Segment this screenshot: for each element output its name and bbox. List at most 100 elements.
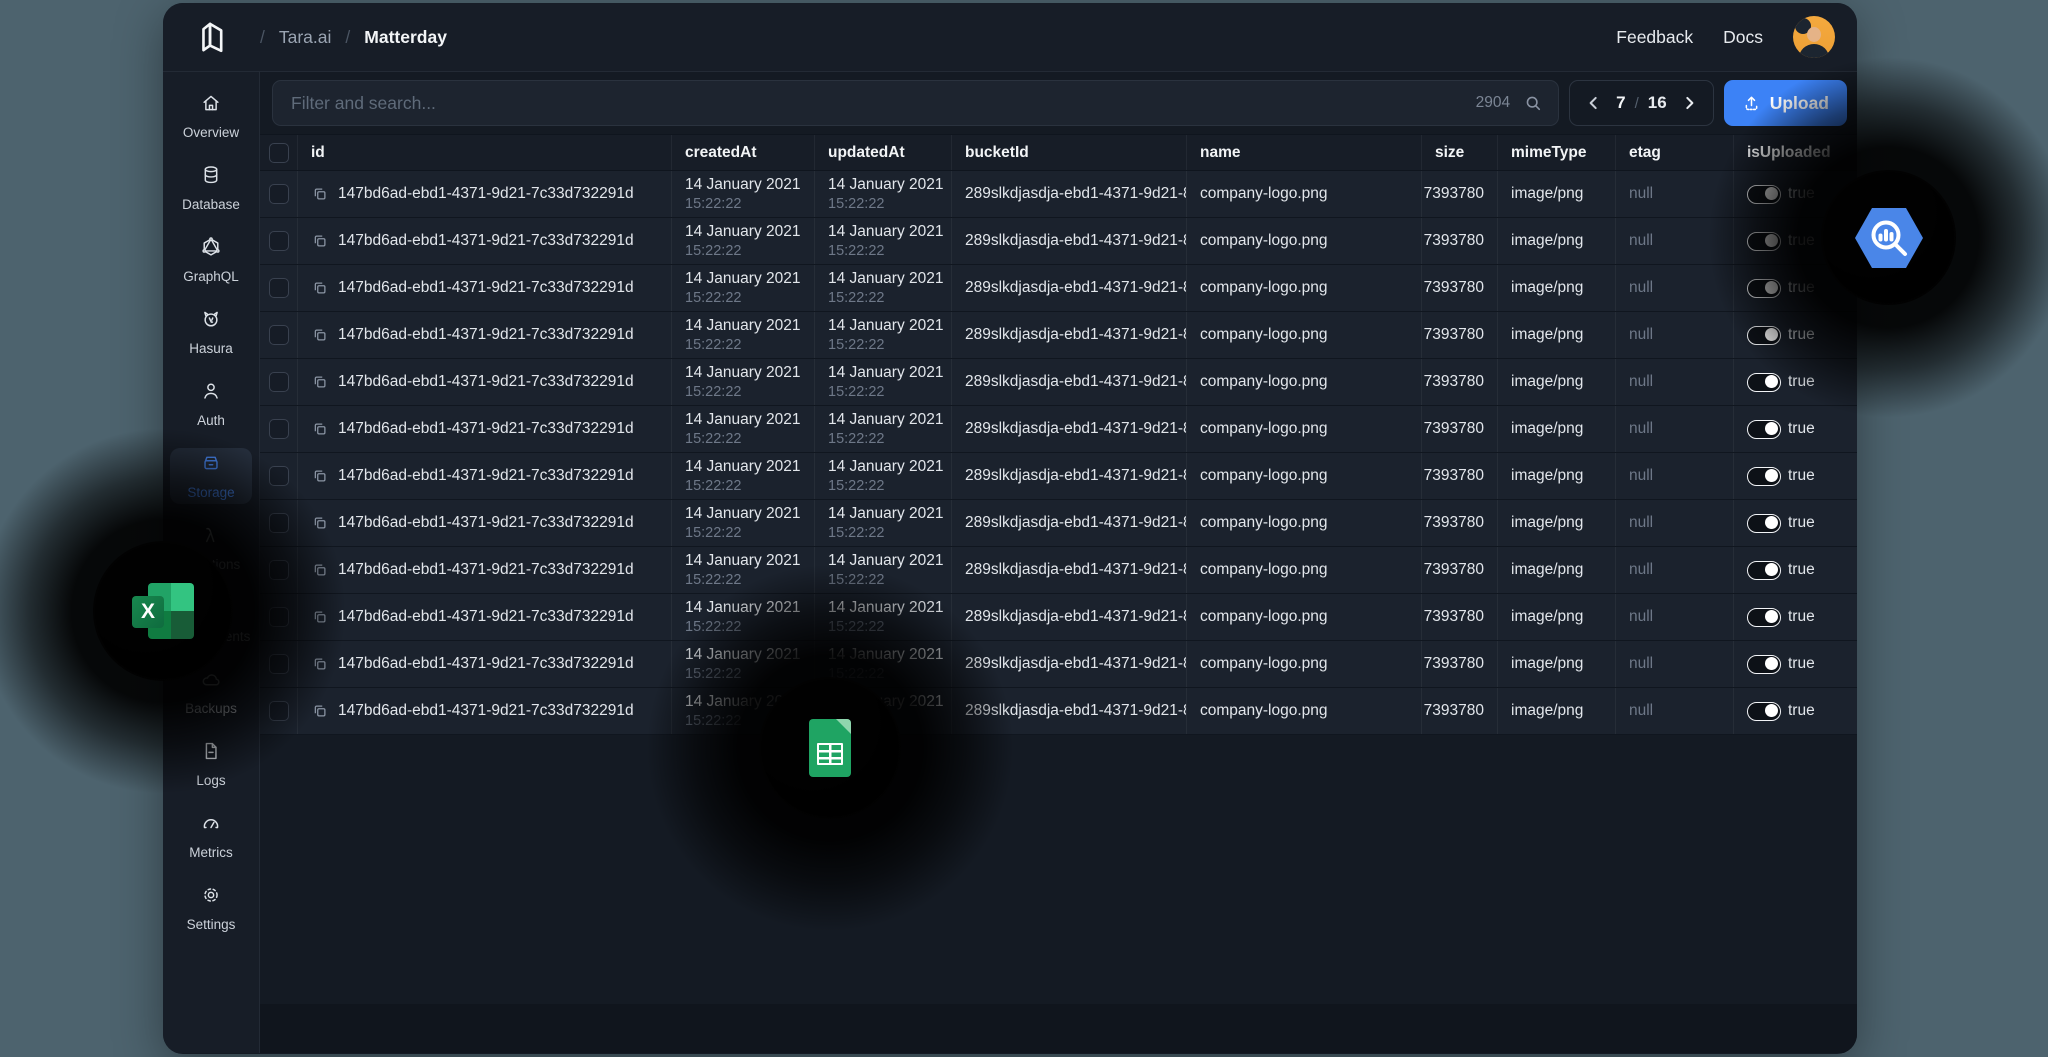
user-avatar[interactable] bbox=[1793, 16, 1835, 58]
uploaded-value: true bbox=[1788, 655, 1815, 672]
copy-id-button[interactable] bbox=[311, 467, 329, 485]
cell-mimeType: image/png bbox=[1498, 312, 1616, 358]
copy-id-button[interactable] bbox=[311, 420, 329, 438]
table-row[interactable]: 147bd6ad-ebd1-4371-9d21-7c33d732291d 14 … bbox=[260, 218, 1857, 265]
topbar-right: Feedback Docs bbox=[1616, 16, 1857, 58]
updated-date: 14 January 2021 bbox=[828, 222, 944, 240]
row-select-cell bbox=[260, 218, 298, 264]
copy-id-button[interactable] bbox=[311, 232, 329, 250]
uploaded-toggle[interactable] bbox=[1747, 654, 1781, 674]
cell-createdAt: 14 January 2021 15:22:22 bbox=[672, 406, 815, 452]
toolbar: 2904 7 / 16 bbox=[260, 72, 1857, 134]
table-row[interactable]: 147bd6ad-ebd1-4371-9d21-7c33d732291d 14 … bbox=[260, 594, 1857, 641]
cell-etag: null bbox=[1616, 641, 1734, 687]
table-row[interactable]: 147bd6ad-ebd1-4371-9d21-7c33d732291d 14 … bbox=[260, 359, 1857, 406]
uploaded-toggle[interactable] bbox=[1747, 513, 1781, 533]
row-checkbox[interactable] bbox=[268, 372, 289, 392]
select-all-checkbox[interactable] bbox=[268, 142, 289, 163]
column-header-updatedAt: updatedAt bbox=[815, 135, 952, 170]
table-row[interactable]: 147bd6ad-ebd1-4371-9d21-7c33d732291d 14 … bbox=[260, 406, 1857, 453]
copy-id-button[interactable] bbox=[311, 279, 329, 297]
copy-id-button[interactable] bbox=[311, 185, 329, 203]
row-checkbox[interactable] bbox=[268, 419, 289, 439]
user-icon bbox=[200, 380, 222, 407]
created-time: 15:22:22 bbox=[685, 336, 742, 353]
toggle-knob bbox=[1765, 422, 1778, 435]
search-meta: 2904 bbox=[1476, 80, 1544, 126]
row-checkbox[interactable] bbox=[268, 278, 289, 298]
cell-updatedAt: 14 January 2021 15:22:22 bbox=[815, 500, 952, 546]
sidebar-item-label: Overview bbox=[182, 125, 240, 140]
updated-date: 14 January 2021 bbox=[828, 410, 944, 428]
sidebar-item-label: Database bbox=[182, 197, 240, 212]
uploaded-toggle[interactable] bbox=[1747, 701, 1781, 721]
search-box: 2904 bbox=[272, 80, 1560, 126]
created-date: 14 January 2021 bbox=[685, 410, 801, 428]
cell-id: 147bd6ad-ebd1-4371-9d21-7c33d732291d bbox=[298, 265, 672, 311]
breadcrumb-project[interactable]: Tara.ai bbox=[279, 27, 332, 48]
table-row[interactable]: 147bd6ad-ebd1-4371-9d21-7c33d732291d 14 … bbox=[260, 500, 1857, 547]
sidebar-item-hasura[interactable]: Hasura bbox=[170, 304, 252, 360]
sidebar-item-label: GraphQL bbox=[183, 269, 239, 284]
search-input[interactable] bbox=[272, 80, 1560, 126]
updated-time: 15:22:22 bbox=[828, 477, 885, 494]
result-count: 2904 bbox=[1475, 94, 1511, 111]
breadcrumb-separator: / bbox=[345, 26, 351, 47]
sidebar-item-overview[interactable]: Overview bbox=[170, 88, 252, 144]
sidebar-item-database[interactable]: Database bbox=[170, 160, 252, 216]
copy-id-button[interactable] bbox=[311, 373, 329, 391]
uploaded-value: true bbox=[1788, 561, 1815, 578]
created-time: 15:22:22 bbox=[685, 195, 742, 212]
cell-name: company-logo.png bbox=[1187, 453, 1422, 499]
table-row[interactable]: 147bd6ad-ebd1-4371-9d21-7c33d732291d 14 … bbox=[260, 688, 1857, 735]
cell-id: 147bd6ad-ebd1-4371-9d21-7c33d732291d bbox=[298, 406, 672, 452]
copy-id-button[interactable] bbox=[311, 326, 329, 344]
sheets-logo bbox=[809, 719, 851, 777]
feedback-link[interactable]: Feedback bbox=[1616, 27, 1693, 48]
toggle-knob bbox=[1765, 516, 1778, 529]
cell-mimeType: image/png bbox=[1498, 359, 1616, 405]
table-row[interactable]: 147bd6ad-ebd1-4371-9d21-7c33d732291d 14 … bbox=[260, 265, 1857, 312]
cell-bucketId: 289slkdjasdja-ebd1-4371-9d21-8 bbox=[952, 406, 1187, 452]
cell-id: 147bd6ad-ebd1-4371-9d21-7c33d732291d bbox=[298, 547, 672, 593]
uploaded-toggle[interactable] bbox=[1747, 419, 1781, 439]
hasura-icon bbox=[200, 308, 222, 335]
table-row[interactable]: 147bd6ad-ebd1-4371-9d21-7c33d732291d 14 … bbox=[260, 171, 1857, 218]
cell-id: 147bd6ad-ebd1-4371-9d21-7c33d732291d bbox=[298, 453, 672, 499]
sidebar-item-metrics[interactable]: Metrics bbox=[170, 808, 252, 864]
page-separator: / bbox=[1634, 94, 1639, 112]
updated-date: 14 January 2021 bbox=[828, 363, 944, 381]
updated-date: 14 January 2021 bbox=[828, 504, 944, 522]
id-value: 147bd6ad-ebd1-4371-9d21-7c33d732291d bbox=[338, 467, 634, 484]
column-header-bucketId: bucketId bbox=[952, 135, 1187, 170]
id-value: 147bd6ad-ebd1-4371-9d21-7c33d732291d bbox=[338, 373, 634, 390]
table-row[interactable]: 147bd6ad-ebd1-4371-9d21-7c33d732291d 14 … bbox=[260, 453, 1857, 500]
cell-name: company-logo.png bbox=[1187, 547, 1422, 593]
table-row[interactable]: 147bd6ad-ebd1-4371-9d21-7c33d732291d 14 … bbox=[260, 312, 1857, 359]
row-checkbox[interactable] bbox=[268, 184, 289, 204]
cell-id: 147bd6ad-ebd1-4371-9d21-7c33d732291d bbox=[298, 171, 672, 217]
docs-link[interactable]: Docs bbox=[1723, 27, 1763, 48]
chevron-left-icon bbox=[1589, 96, 1597, 110]
uploaded-toggle[interactable] bbox=[1747, 607, 1781, 627]
sidebar-item-graphql[interactable]: GraphQL bbox=[170, 232, 252, 288]
previous-page-button[interactable] bbox=[1581, 90, 1607, 116]
table-footer-strip bbox=[260, 1004, 1857, 1053]
row-checkbox[interactable] bbox=[268, 325, 289, 345]
uploaded-toggle[interactable] bbox=[1747, 466, 1781, 486]
files-table: id createdAt updatedAt bucketId name size mime… bbox=[260, 134, 1857, 735]
next-page-button[interactable] bbox=[1676, 90, 1702, 116]
sheets-logo-fold bbox=[836, 719, 851, 734]
app-window: / Tara.ai / Matterday Feedback Docs Over… bbox=[163, 3, 1857, 1054]
bigquery-logo bbox=[1854, 207, 1923, 268]
excel-logo: X bbox=[132, 583, 194, 639]
topbar: / Tara.ai / Matterday Feedback Docs bbox=[163, 3, 1857, 72]
uploaded-toggle[interactable] bbox=[1747, 560, 1781, 580]
cell-mimeType: image/png bbox=[1498, 218, 1616, 264]
row-checkbox[interactable] bbox=[268, 231, 289, 251]
cell-updatedAt: 14 January 2021 15:22:22 bbox=[815, 359, 952, 405]
table-row[interactable]: 147bd6ad-ebd1-4371-9d21-7c33d732291d 14 … bbox=[260, 547, 1857, 594]
created-date: 14 January 2021 bbox=[685, 316, 801, 334]
sidebar-item-settings[interactable]: Settings bbox=[170, 880, 252, 936]
table-row[interactable]: 147bd6ad-ebd1-4371-9d21-7c33d732291d 14 … bbox=[260, 641, 1857, 688]
